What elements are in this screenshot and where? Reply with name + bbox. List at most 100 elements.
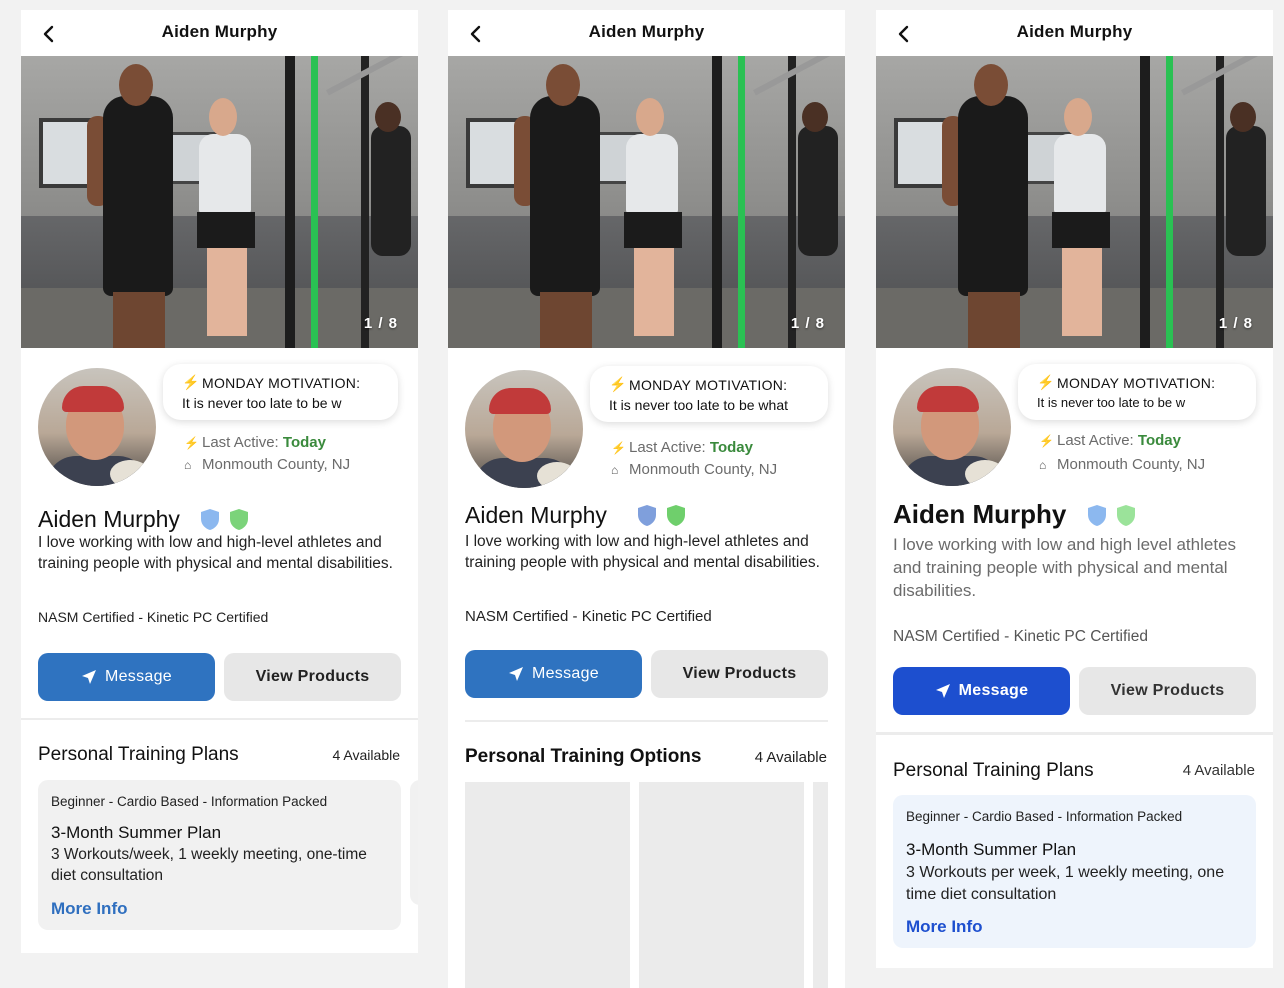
section-title: Personal Training Options xyxy=(465,746,702,767)
status-bubble: ⚡ MONDAY MOTIVATION: It is never too lat… xyxy=(590,366,828,422)
trainer-name: Aiden Murphy xyxy=(893,499,1067,529)
option-card-placeholder[interactable] xyxy=(465,782,630,988)
trainer-name: Aiden Murphy xyxy=(38,506,180,532)
verification-badges xyxy=(200,508,258,531)
more-info-link[interactable]: More Info xyxy=(51,899,128,919)
status-message: It is never too late to be w xyxy=(182,395,342,411)
home-icon: ⌂ xyxy=(184,458,192,472)
certifications: NASM Certified - Kinetic PC Certified xyxy=(893,628,1148,645)
status-message: It is never too late to be w xyxy=(1037,395,1186,410)
avatar xyxy=(38,368,156,486)
lightning-bolt-icon: ⚡ xyxy=(182,374,200,390)
verification-badges xyxy=(1087,504,1145,527)
last-active-value: Today xyxy=(282,434,326,451)
more-info-link[interactable]: More Info xyxy=(906,917,983,937)
shield-icon xyxy=(1117,505,1135,526)
shield-icon xyxy=(667,505,685,526)
lightning-bolt-icon: ⚡ xyxy=(184,436,199,450)
section-title: Personal Training Plans xyxy=(893,760,1094,781)
plan-title: 3-Month Summer Plan xyxy=(906,840,1077,859)
avatar xyxy=(893,368,1011,486)
top-bar: Aiden Murphy xyxy=(21,10,418,56)
profile-screen-v3: Aiden Murphy 1 / 8 ⚡ MONDAY MOTIVATION: … xyxy=(876,10,1273,968)
location-text: Monmouth County, NJ xyxy=(202,456,351,473)
message-button-label: Message xyxy=(531,665,600,682)
option-card-placeholder[interactable] xyxy=(813,782,828,988)
last-active-value: Today xyxy=(709,439,753,456)
top-bar: Aiden Murphy xyxy=(448,10,845,56)
view-products-button[interactable]: View Products xyxy=(651,650,828,698)
location-row: ⌂ Monmouth County, NJ xyxy=(611,461,777,478)
lightning-bolt-icon: ⚡ xyxy=(609,376,627,392)
location-text: Monmouth County, NJ xyxy=(629,461,778,478)
plan-tags: Beginner - Cardio Based - Information Pa… xyxy=(51,794,328,809)
last-active-value: Today xyxy=(1137,432,1181,449)
profile-header: ⚡ MONDAY MOTIVATION: It is never too lat… xyxy=(448,348,845,498)
last-active-row: ⚡ Last Active: Today xyxy=(1039,432,1181,449)
location-text: Monmouth County, NJ xyxy=(1057,456,1206,473)
profile-header: ⚡ MONDAY MOTIVATION: It is never too lat… xyxy=(21,348,418,498)
section-title: Personal Training Plans xyxy=(38,744,239,765)
certifications: NASM Certified - Kinetic PC Certified xyxy=(38,609,269,625)
plan-tags: Beginner - Cardio Based - Information Pa… xyxy=(906,809,1183,824)
divider xyxy=(876,732,1273,735)
status-message: It is never too late to be what xyxy=(609,397,788,413)
section-count: 4 Available xyxy=(754,749,827,766)
photo-counter: 1 / 8 xyxy=(790,315,825,332)
message-button[interactable]: Message xyxy=(38,653,215,701)
top-bar: Aiden Murphy xyxy=(876,10,1273,56)
divider xyxy=(465,720,828,722)
home-icon: ⌂ xyxy=(1039,458,1047,472)
divider xyxy=(21,718,418,720)
trainer-name: Aiden Murphy xyxy=(465,502,607,528)
last-active-row: ⚡ Last Active: Today xyxy=(184,434,326,451)
last-active-row: ⚡ Last Active: Today xyxy=(611,439,753,456)
profile-header: ⚡ MONDAY MOTIVATION: It is never too lat… xyxy=(876,348,1273,498)
verification-badges xyxy=(637,504,695,527)
last-active-label: Last Active: xyxy=(1057,432,1134,449)
lightning-bolt-icon: ⚡ xyxy=(1037,374,1055,390)
page-title: Aiden Murphy xyxy=(161,22,278,41)
view-products-button[interactable]: View Products xyxy=(224,653,401,701)
profile-screen-v2: Aiden Murphy 1 / 8 ⚡ MONDAY MOTIVATION: … xyxy=(448,10,845,988)
section-count: 4 Available xyxy=(332,747,400,763)
last-active-label: Last Active: xyxy=(629,439,706,456)
plan-card[interactable]: Beginner - Cardio Based - Information Pa… xyxy=(38,780,401,930)
shield-icon xyxy=(638,505,656,526)
gallery-photo[interactable]: 1 / 8 xyxy=(448,56,845,348)
shield-icon xyxy=(230,509,248,530)
certifications: NASM Certified - Kinetic PC Certified xyxy=(465,608,712,625)
message-button[interactable]: Message xyxy=(465,650,642,698)
send-arrow-icon xyxy=(81,670,96,684)
status-heading: MONDAY MOTIVATION: xyxy=(202,375,361,391)
bio-text: I love working with low and high-level a… xyxy=(465,533,820,571)
plan-description: 3 Workouts/week, 1 weekly meeting, one-t… xyxy=(51,846,367,884)
view-products-button[interactable]: View Products xyxy=(1079,667,1256,715)
message-button-label: Message xyxy=(958,682,1029,699)
gallery-photo[interactable]: 1 / 8 xyxy=(21,56,418,348)
avatar xyxy=(465,370,583,488)
next-plan-card-peek[interactable] xyxy=(410,780,418,905)
bio-text: I love working with low and high-level a… xyxy=(38,534,393,572)
send-arrow-icon xyxy=(508,667,523,681)
lightning-bolt-icon: ⚡ xyxy=(611,441,626,455)
shield-icon xyxy=(201,509,219,530)
message-button[interactable]: Message xyxy=(893,667,1070,715)
gallery-photo[interactable]: 1 / 8 xyxy=(876,56,1273,348)
page-title: Aiden Murphy xyxy=(1016,22,1133,41)
lightning-bolt-icon: ⚡ xyxy=(1039,434,1054,448)
plan-card[interactable]: Beginner - Cardio Based - Information Pa… xyxy=(893,795,1256,948)
location-row: ⌂ Monmouth County, NJ xyxy=(1039,456,1205,473)
profile-screen-v1: Aiden Murphy 1 / 8 ⚡ MONDAY MOTIVATION: … xyxy=(21,10,418,953)
plan-description: 3 Workouts per week, 1 weekly meeting, o… xyxy=(906,864,1225,903)
option-card-placeholder[interactable] xyxy=(639,782,804,988)
page-title: Aiden Murphy xyxy=(588,22,705,41)
shield-icon xyxy=(1088,505,1106,526)
send-arrow-icon xyxy=(935,684,950,698)
status-bubble: ⚡ MONDAY MOTIVATION: It is never too lat… xyxy=(163,364,398,420)
location-row: ⌂ Monmouth County, NJ xyxy=(184,456,350,473)
message-button-label: Message xyxy=(104,668,173,685)
photo-counter: 1 / 8 xyxy=(363,315,398,332)
status-heading: MONDAY MOTIVATION: xyxy=(1057,375,1216,391)
bio-text: I love working with low and high level a… xyxy=(893,535,1237,600)
